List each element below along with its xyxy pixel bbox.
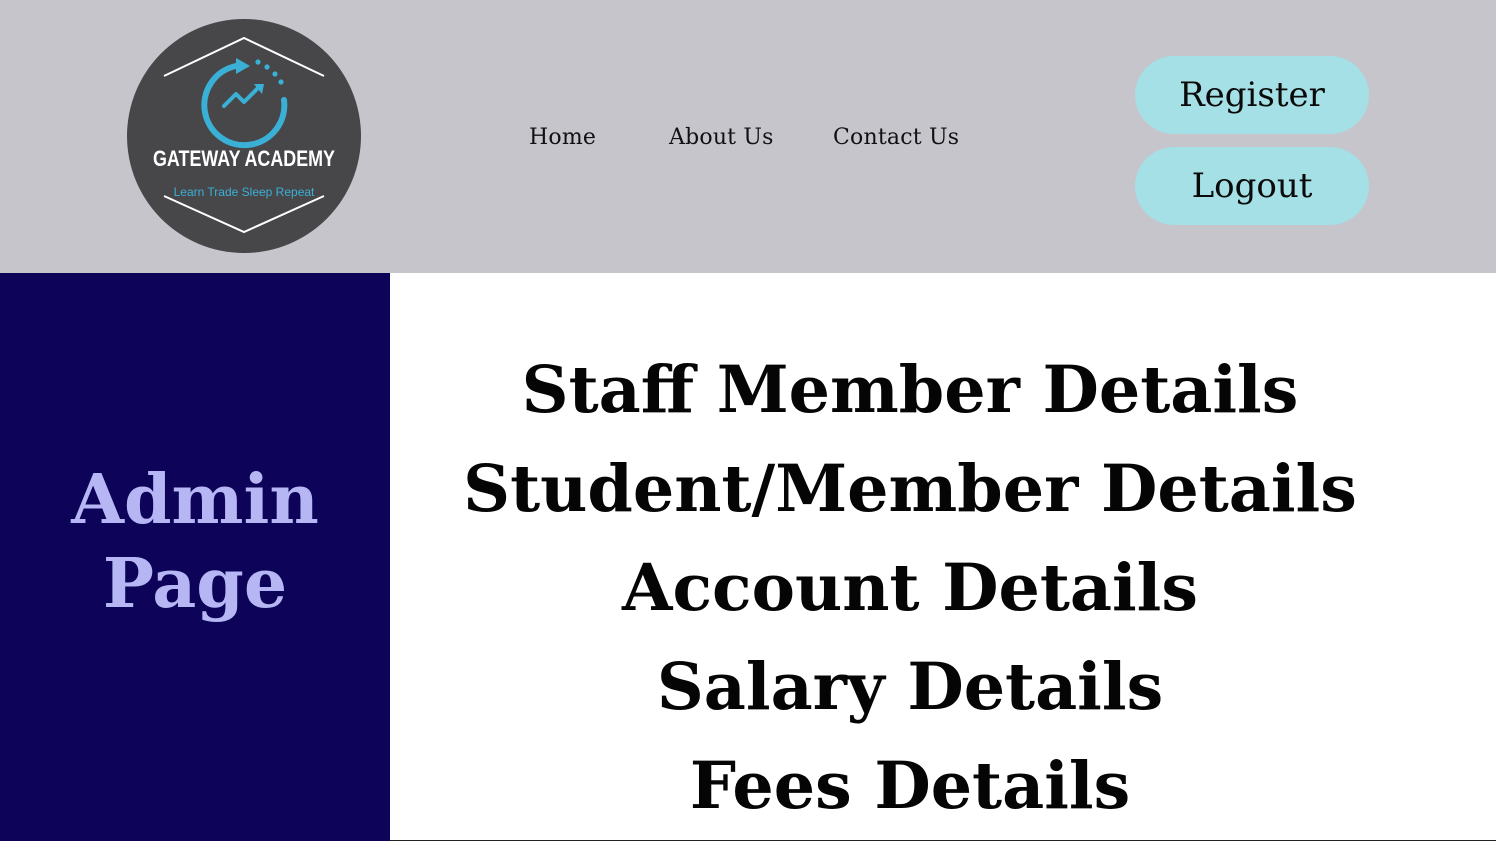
- page-title: Admin Page: [71, 458, 319, 626]
- logout-button[interactable]: Logout: [1135, 147, 1369, 225]
- register-button[interactable]: Register: [1135, 56, 1369, 134]
- nav-about-link[interactable]: About Us: [669, 125, 774, 150]
- logo-tagline: Learn Trade Sleep Repeat: [174, 185, 315, 199]
- nav-home-link[interactable]: Home: [529, 125, 596, 150]
- page-title-line1: Admin: [71, 460, 319, 540]
- nav-contact-link[interactable]: Contact Us: [833, 125, 959, 150]
- page-title-line2: Page: [102, 544, 288, 624]
- logo-name: GATEWAY ACADEMY: [153, 146, 335, 171]
- menu-item-student-member-details[interactable]: Student/Member Details: [320, 440, 1496, 539]
- menu-item-salary-details[interactable]: Salary Details: [320, 638, 1496, 737]
- admin-menu: Staff Member Details Student/Member Deta…: [320, 341, 1496, 836]
- menu-item-account-details[interactable]: Account Details: [320, 539, 1496, 638]
- menu-item-fees-details[interactable]: Fees Details: [320, 737, 1496, 836]
- admin-main-panel: Staff Member Details Student/Member Deta…: [390, 273, 1496, 841]
- gateway-academy-logo[interactable]: GATEWAY ACADEMY Learn Trade Sleep Repeat: [126, 18, 362, 254]
- menu-item-staff-member-details[interactable]: Staff Member Details: [320, 341, 1496, 440]
- top-header: GATEWAY ACADEMY Learn Trade Sleep Repeat…: [0, 0, 1496, 273]
